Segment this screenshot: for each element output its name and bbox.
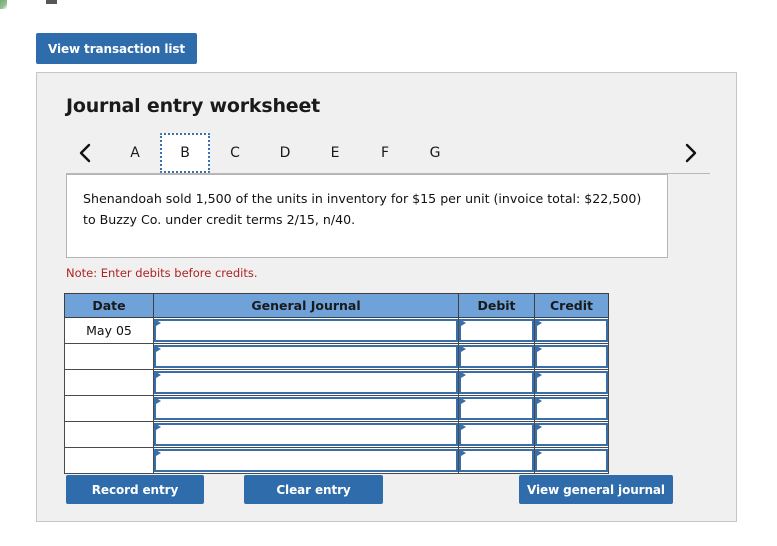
page-title: Journal entry worksheet xyxy=(66,95,321,117)
debit-input-row-2[interactable] xyxy=(459,345,534,368)
transaction-instruction-text: Shenandoah sold 1,500 of the units in in… xyxy=(66,174,668,258)
general-journal-input-row-5[interactable] xyxy=(154,423,458,446)
debit-input-row-3[interactable] xyxy=(459,371,534,394)
debit-cell xyxy=(458,343,535,370)
tab-f-label: F xyxy=(380,145,390,161)
debit-cell xyxy=(458,369,535,396)
date-cell xyxy=(64,447,154,474)
tab-g[interactable]: G xyxy=(410,133,460,173)
general-journal-input-row-2[interactable] xyxy=(154,345,458,368)
table-row xyxy=(64,447,609,474)
credit-cell xyxy=(534,369,609,396)
date-cell xyxy=(64,395,154,422)
table-row xyxy=(64,421,609,448)
view-general-journal-button[interactable]: View general journal xyxy=(519,475,673,504)
general-journal-input-row-4[interactable] xyxy=(154,397,458,420)
debits-before-credits-note: Note: Enter debits before credits. xyxy=(66,266,258,280)
credit-input-row-2[interactable] xyxy=(535,345,608,368)
tab-a[interactable]: A xyxy=(110,133,160,173)
date-cell xyxy=(64,343,154,370)
general-journal-cell xyxy=(153,317,459,344)
tab-a-label: A xyxy=(130,145,140,161)
debit-cell xyxy=(458,317,535,344)
general-journal-input-row-1[interactable] xyxy=(154,319,458,342)
credit-input-row-5[interactable] xyxy=(535,423,608,446)
table-header-row: Date General Journal Debit Credit xyxy=(64,293,609,318)
worksheet-tab-bar: A B C D E F G xyxy=(66,133,710,174)
tab-f[interactable]: F xyxy=(360,133,410,173)
column-header-credit: Credit xyxy=(534,293,609,318)
journal-entry-table: Date General Journal Debit Credit May 05 xyxy=(64,293,609,474)
tab-b[interactable]: B xyxy=(160,133,210,173)
debit-input-row-1[interactable] xyxy=(459,319,534,342)
debit-input-row-4[interactable] xyxy=(459,397,534,420)
column-header-debit: Debit xyxy=(458,293,535,318)
general-journal-cell xyxy=(153,369,459,396)
credit-input-row-6[interactable] xyxy=(535,449,608,472)
date-cell: May 05 xyxy=(64,317,154,344)
table-row xyxy=(64,343,609,370)
tab-c[interactable]: C xyxy=(210,133,260,173)
debit-cell xyxy=(458,395,535,422)
general-journal-cell xyxy=(153,421,459,448)
table-row xyxy=(64,369,609,396)
credit-cell xyxy=(534,447,609,474)
general-journal-cell xyxy=(153,447,459,474)
credit-input-row-4[interactable] xyxy=(535,397,608,420)
record-entry-button[interactable]: Record entry xyxy=(66,475,204,504)
tab-d[interactable]: D xyxy=(260,133,310,173)
page-corner-artifact xyxy=(0,0,7,9)
credit-cell xyxy=(534,421,609,448)
clear-entry-button[interactable]: Clear entry xyxy=(244,475,383,504)
page-corner-artifact-secondary xyxy=(46,0,57,4)
credit-cell xyxy=(534,317,609,344)
column-header-general-journal: General Journal xyxy=(153,293,459,318)
general-journal-cell xyxy=(153,395,459,422)
tab-bar-filler xyxy=(460,133,672,173)
debit-input-row-5[interactable] xyxy=(459,423,534,446)
chevron-right-icon[interactable] xyxy=(672,133,710,173)
credit-cell xyxy=(534,343,609,370)
chevron-left-icon[interactable] xyxy=(66,133,104,173)
table-row: May 05 xyxy=(64,317,609,344)
tab-d-label: D xyxy=(279,145,291,161)
general-journal-input-row-3[interactable] xyxy=(154,371,458,394)
journal-entry-worksheet-panel: Journal entry worksheet A B C D E F G Sh… xyxy=(36,72,737,522)
table-row xyxy=(64,395,609,422)
general-journal-cell xyxy=(153,343,459,370)
tab-e[interactable]: E xyxy=(310,133,360,173)
tab-c-label: C xyxy=(230,145,240,161)
tab-b-label: B xyxy=(180,145,190,161)
debit-input-row-6[interactable] xyxy=(459,449,534,472)
view-transaction-list-button[interactable]: View transaction list xyxy=(36,33,197,64)
date-cell xyxy=(64,369,154,396)
general-journal-input-row-6[interactable] xyxy=(154,449,458,472)
credit-input-row-3[interactable] xyxy=(535,371,608,394)
debit-cell xyxy=(458,447,535,474)
tab-g-label: G xyxy=(429,145,441,161)
credit-input-row-1[interactable] xyxy=(535,319,608,342)
column-header-date: Date xyxy=(64,293,154,318)
debit-cell xyxy=(458,421,535,448)
credit-cell xyxy=(534,395,609,422)
date-cell xyxy=(64,421,154,448)
tab-e-label: E xyxy=(330,145,340,161)
